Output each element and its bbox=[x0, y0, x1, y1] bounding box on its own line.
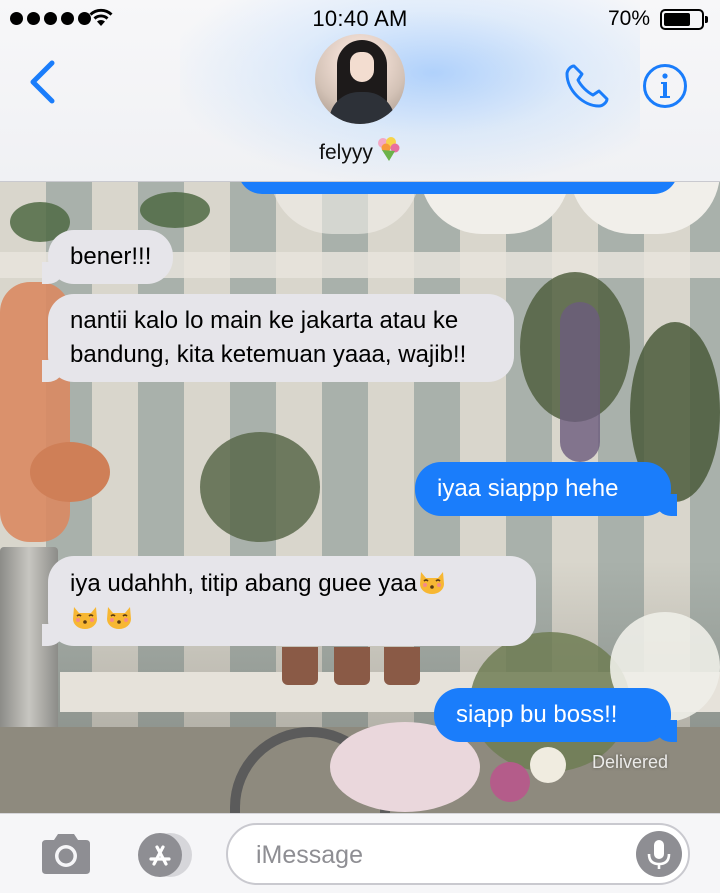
background-flowers bbox=[530, 747, 566, 783]
background-flowers bbox=[490, 762, 530, 802]
message-bubble-incoming[interactable]: nantii kalo lo main ke jakarta atau ke b… bbox=[42, 294, 514, 382]
delivery-status: Delivered bbox=[591, 752, 668, 772]
message-bubble-incoming[interactable]: iya udahhh, titip abang guee yaa bbox=[42, 556, 536, 646]
contact-avatar[interactable] bbox=[315, 34, 405, 124]
chevron-left-icon[interactable] bbox=[28, 60, 58, 104]
message-text: iyaa siappp hehe bbox=[437, 475, 619, 502]
message-bubble-outgoing[interactable]: iyaa siappp hehe bbox=[415, 462, 677, 516]
message-text: siapp bu boss!! bbox=[456, 701, 618, 728]
kissing-cat-emoji bbox=[107, 607, 131, 629]
imessage-placeholder: iMessage bbox=[256, 841, 363, 869]
battery-icon bbox=[660, 9, 708, 30]
message-bubble-outgoing[interactable]: siapp bu boss!! bbox=[434, 688, 677, 742]
camera-icon[interactable] bbox=[38, 830, 94, 878]
message-bubble-incoming[interactable]: bener!!! bbox=[41, 230, 174, 284]
background-foliage bbox=[140, 192, 210, 228]
microphone-icon[interactable] bbox=[636, 831, 682, 877]
bouquet-emoji bbox=[377, 137, 400, 161]
message-text: bener!!! bbox=[70, 243, 152, 270]
kissing-cat-emoji bbox=[419, 572, 444, 594]
background-pot bbox=[334, 647, 370, 685]
message-text: iya udahhh, titip abang guee yaa bbox=[70, 570, 417, 597]
app-store-icon[interactable] bbox=[130, 830, 200, 880]
background-pot bbox=[282, 647, 318, 685]
phone-icon[interactable] bbox=[563, 62, 611, 110]
contact-name[interactable]: felyyy bbox=[0, 136, 720, 165]
background-foliage bbox=[200, 432, 320, 542]
conversation-header: 10:40 AM 70% felyyy bbox=[0, 0, 720, 182]
background-pot bbox=[384, 647, 420, 685]
message-text: nantii kalo lo main ke jakarta atau ke b… bbox=[70, 307, 467, 368]
contact-name-text: felyyy bbox=[319, 141, 373, 164]
battery-percentage: 70% bbox=[607, 7, 650, 30]
info-icon[interactable] bbox=[642, 63, 688, 109]
kissing-cat-emoji bbox=[73, 607, 97, 629]
background-flowers bbox=[30, 442, 110, 502]
status-bar: 10:40 AM 70% bbox=[0, 0, 720, 38]
imessage-input[interactable]: iMessage bbox=[226, 823, 690, 885]
background-flowers bbox=[560, 302, 600, 462]
